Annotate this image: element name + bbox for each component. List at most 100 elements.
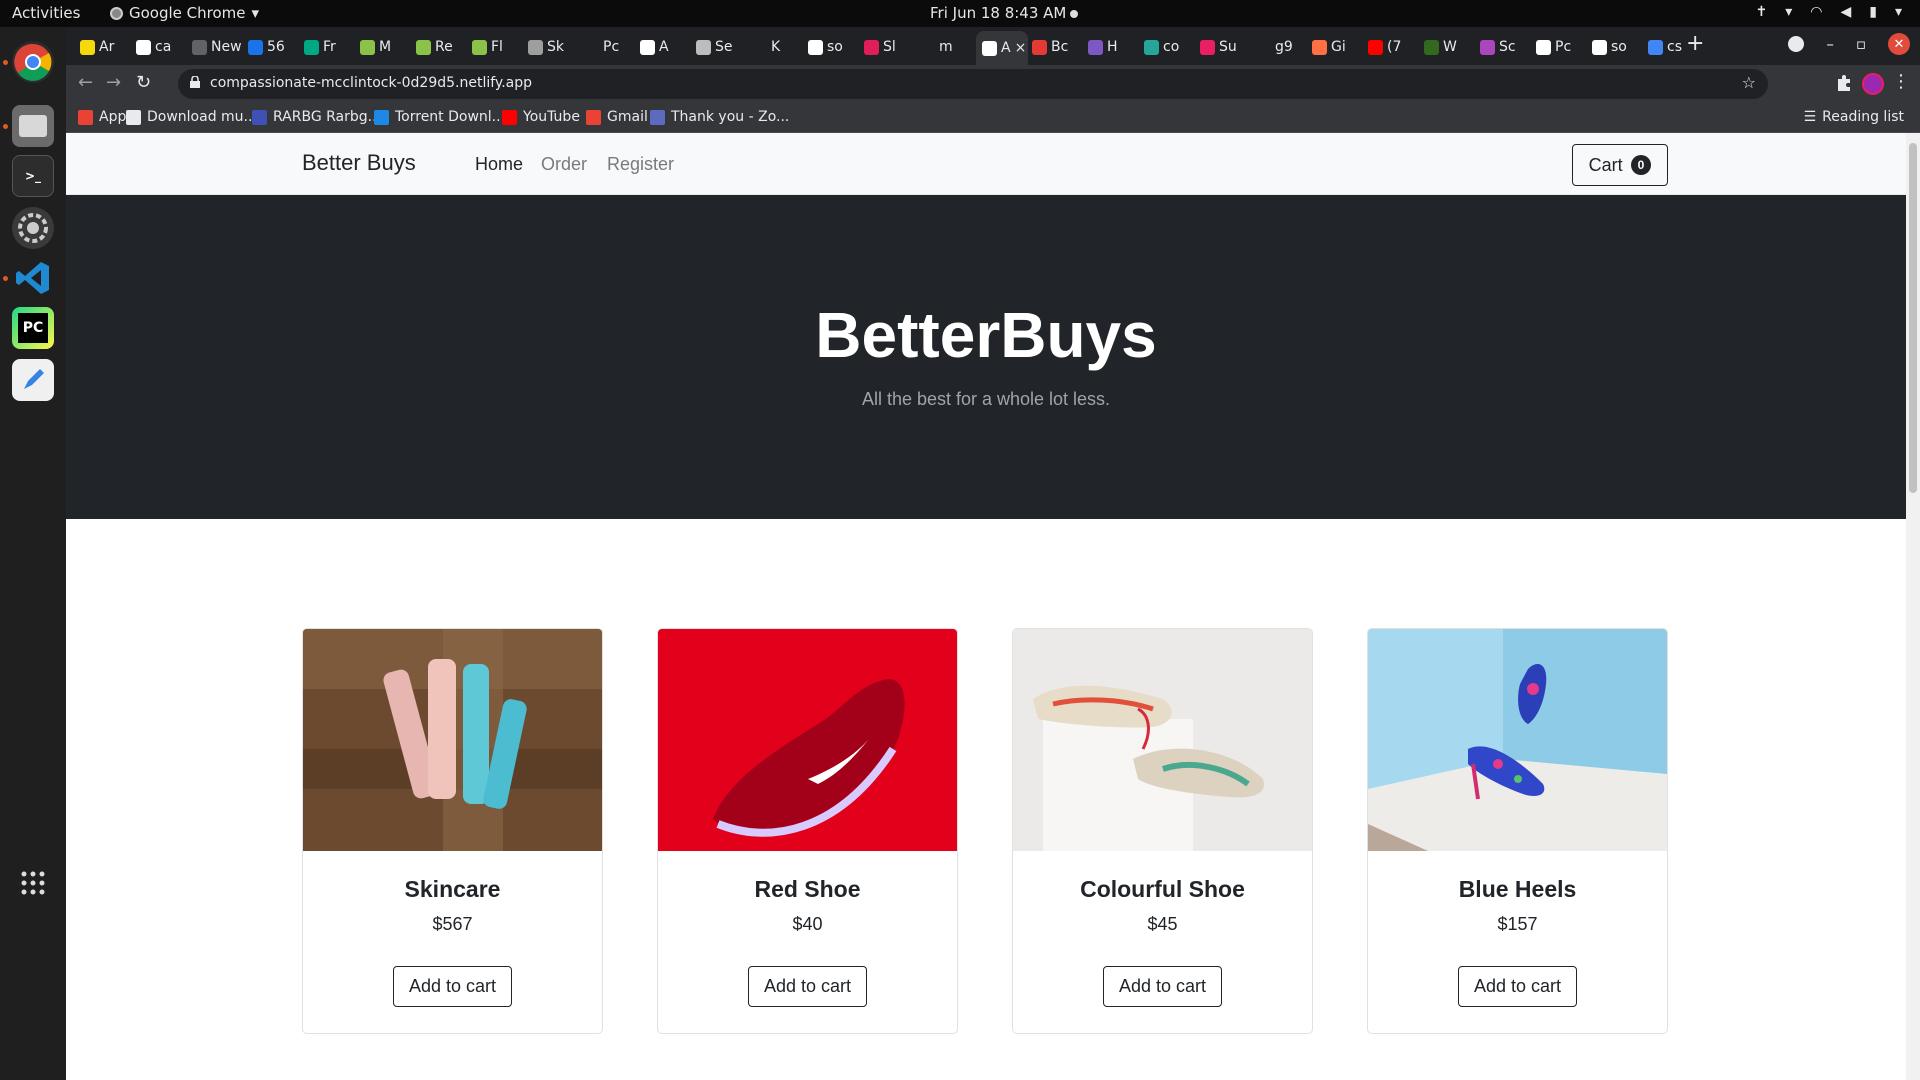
- bookmark-star-icon[interactable]: ☆: [1742, 73, 1756, 92]
- browser-tab[interactable]: Pc: [1536, 35, 1586, 59]
- browser-tab[interactable]: K: [752, 35, 802, 59]
- cart-count-badge: 0: [1630, 155, 1652, 175]
- forward-button[interactable]: →: [106, 72, 121, 93]
- tab-favicon-icon: [1200, 39, 1215, 55]
- dock: >_ PC: [0, 27, 66, 1080]
- chrome-dock-icon[interactable]: [12, 41, 54, 83]
- scrollbar-thumb[interactable]: [1909, 143, 1917, 493]
- activities-button[interactable]: Activities: [12, 4, 80, 22]
- nav-link-home[interactable]: Home: [475, 154, 523, 175]
- reading-list-button[interactable]: ☰ Reading list: [1804, 109, 1904, 125]
- browser-tab[interactable]: Sc: [1480, 35, 1530, 59]
- product-price: $567: [432, 914, 473, 934]
- accessibility-icon[interactable]: ✝: [1755, 4, 1767, 20]
- vscode-dock-icon[interactable]: [12, 257, 54, 299]
- tab-favicon-icon: [584, 39, 599, 55]
- browser-tab[interactable]: g9: [1256, 35, 1306, 59]
- browser-tab[interactable]: Gi: [1312, 35, 1362, 59]
- browser-tab[interactable]: ca: [136, 35, 186, 59]
- tab-title: M: [379, 39, 392, 55]
- new-tab-button[interactable]: +: [1686, 31, 1704, 56]
- tab-title: W: [1443, 39, 1457, 55]
- settings-dock-icon[interactable]: [12, 207, 54, 249]
- browser-tab[interactable]: so: [808, 35, 858, 59]
- extensions-icon[interactable]: [1834, 73, 1854, 93]
- files-dock-icon[interactable]: [12, 105, 54, 147]
- chevron-down-icon: ▾: [1894, 4, 1902, 20]
- tab-title: so: [1611, 39, 1627, 55]
- cart-button[interactable]: Cart 0: [1572, 144, 1668, 186]
- browser-tab[interactable]: co: [1144, 35, 1194, 59]
- tab-favicon-icon: [1424, 39, 1439, 55]
- browser-tab[interactable]: (7: [1368, 35, 1418, 59]
- browser-tab[interactable]: Pc: [584, 35, 634, 59]
- bookmark-item[interactable]: Thank you - Zo...: [650, 109, 789, 125]
- tab-favicon-icon: [248, 39, 263, 55]
- browser-tab[interactable]: H: [1088, 35, 1138, 59]
- text-editor-dock-icon[interactable]: [12, 359, 54, 401]
- tab-favicon-icon: [640, 39, 655, 55]
- tab-favicon-icon: [192, 39, 207, 55]
- tab-title: Fr: [323, 39, 336, 55]
- clock[interactable]: Fri Jun 18 8:43 AM: [930, 4, 1066, 22]
- browser-tab[interactable]: Fr: [304, 35, 354, 59]
- site-brand[interactable]: Better Buys: [302, 150, 416, 176]
- restore-button[interactable]: ▫: [1856, 35, 1866, 53]
- browser-tab[interactable]: 56: [248, 35, 298, 59]
- browser-tab[interactable]: M: [360, 35, 410, 59]
- page-scrollbar[interactable]: [1906, 133, 1920, 1080]
- site-navbar: Better Buys Home Order Register Cart 0: [66, 133, 1906, 195]
- bookmark-favicon-icon: [252, 109, 267, 125]
- browser-tab[interactable]: Se: [696, 35, 746, 59]
- chevron-down-icon: ▾: [251, 4, 260, 22]
- app-menu[interactable]: Google Chrome ▾: [110, 4, 259, 22]
- tab-favicon-icon: [1368, 39, 1383, 55]
- add-to-cart-button[interactable]: Add to cart: [1458, 966, 1577, 1007]
- bookmark-item[interactable]: YouTube: [502, 109, 580, 125]
- minimize-button[interactable]: –: [1826, 35, 1834, 53]
- pycharm-dock-icon[interactable]: PC: [12, 307, 54, 349]
- browser-tab[interactable]: A: [640, 35, 690, 59]
- add-to-cart-button[interactable]: Add to cart: [748, 966, 867, 1007]
- terminal-dock-icon[interactable]: >_: [12, 155, 54, 197]
- add-to-cart-button[interactable]: Add to cart: [1103, 966, 1222, 1007]
- close-window-button[interactable]: ✕: [1888, 33, 1910, 55]
- nav-link-order[interactable]: Order: [541, 154, 587, 175]
- show-applications-icon[interactable]: [12, 862, 54, 904]
- browser-tab[interactable]: Fl: [472, 35, 522, 59]
- reload-button[interactable]: ↻: [136, 72, 151, 93]
- chrome-menu-icon[interactable]: ⋮: [1892, 71, 1910, 92]
- bookmark-item[interactable]: Download mu...: [126, 109, 257, 125]
- volume-icon: ◀: [1840, 4, 1852, 20]
- back-button[interactable]: ←: [78, 72, 93, 93]
- tab-favicon-icon: [1144, 39, 1159, 55]
- running-indicator: [3, 276, 8, 281]
- browser-tab[interactable]: New: [192, 35, 242, 59]
- profile-avatar[interactable]: [1862, 73, 1884, 95]
- browser-tab[interactable]: Bc: [1032, 35, 1082, 59]
- browser-tab[interactable]: Su: [1200, 35, 1250, 59]
- browser-tab[interactable]: W: [1424, 35, 1474, 59]
- bookmark-item[interactable]: Gmail: [586, 109, 648, 125]
- bookmark-item[interactable]: Torrent Downl...: [374, 109, 505, 125]
- add-to-cart-button[interactable]: Add to cart: [393, 966, 512, 1007]
- tab-title: K: [771, 39, 781, 55]
- product-card-skincare: Skincare $567 Add to cart: [302, 628, 603, 1034]
- battery-icon: ▮: [1869, 4, 1877, 20]
- close-tab-icon[interactable]: ×: [1015, 40, 1027, 56]
- tab-favicon-icon: [416, 39, 431, 55]
- address-bar[interactable]: compassionate-mcclintock-0d29d5.netlify.…: [178, 69, 1768, 99]
- browser-tab[interactable]: Sk: [528, 35, 578, 59]
- browser-tab[interactable]: A ×: [976, 31, 1028, 65]
- browser-tab[interactable]: so: [1592, 35, 1642, 59]
- window-controls: – ▫ ✕: [1788, 33, 1910, 55]
- system-tray[interactable]: ✝ ▾ ◠ ◀ ▮ ▾: [1755, 4, 1902, 20]
- nav-link-register[interactable]: Register: [607, 154, 674, 175]
- tab-search-icon[interactable]: [1788, 36, 1805, 52]
- bookmark-item[interactable]: RARBG Rarbg...: [252, 109, 381, 125]
- browser-tab[interactable]: Sl: [864, 35, 914, 59]
- browser-tab[interactable]: m: [920, 35, 970, 59]
- browser-tab[interactable]: Re: [416, 35, 466, 59]
- bookmark-label: Torrent Downl...: [395, 109, 506, 125]
- browser-tab[interactable]: Ar: [80, 35, 130, 59]
